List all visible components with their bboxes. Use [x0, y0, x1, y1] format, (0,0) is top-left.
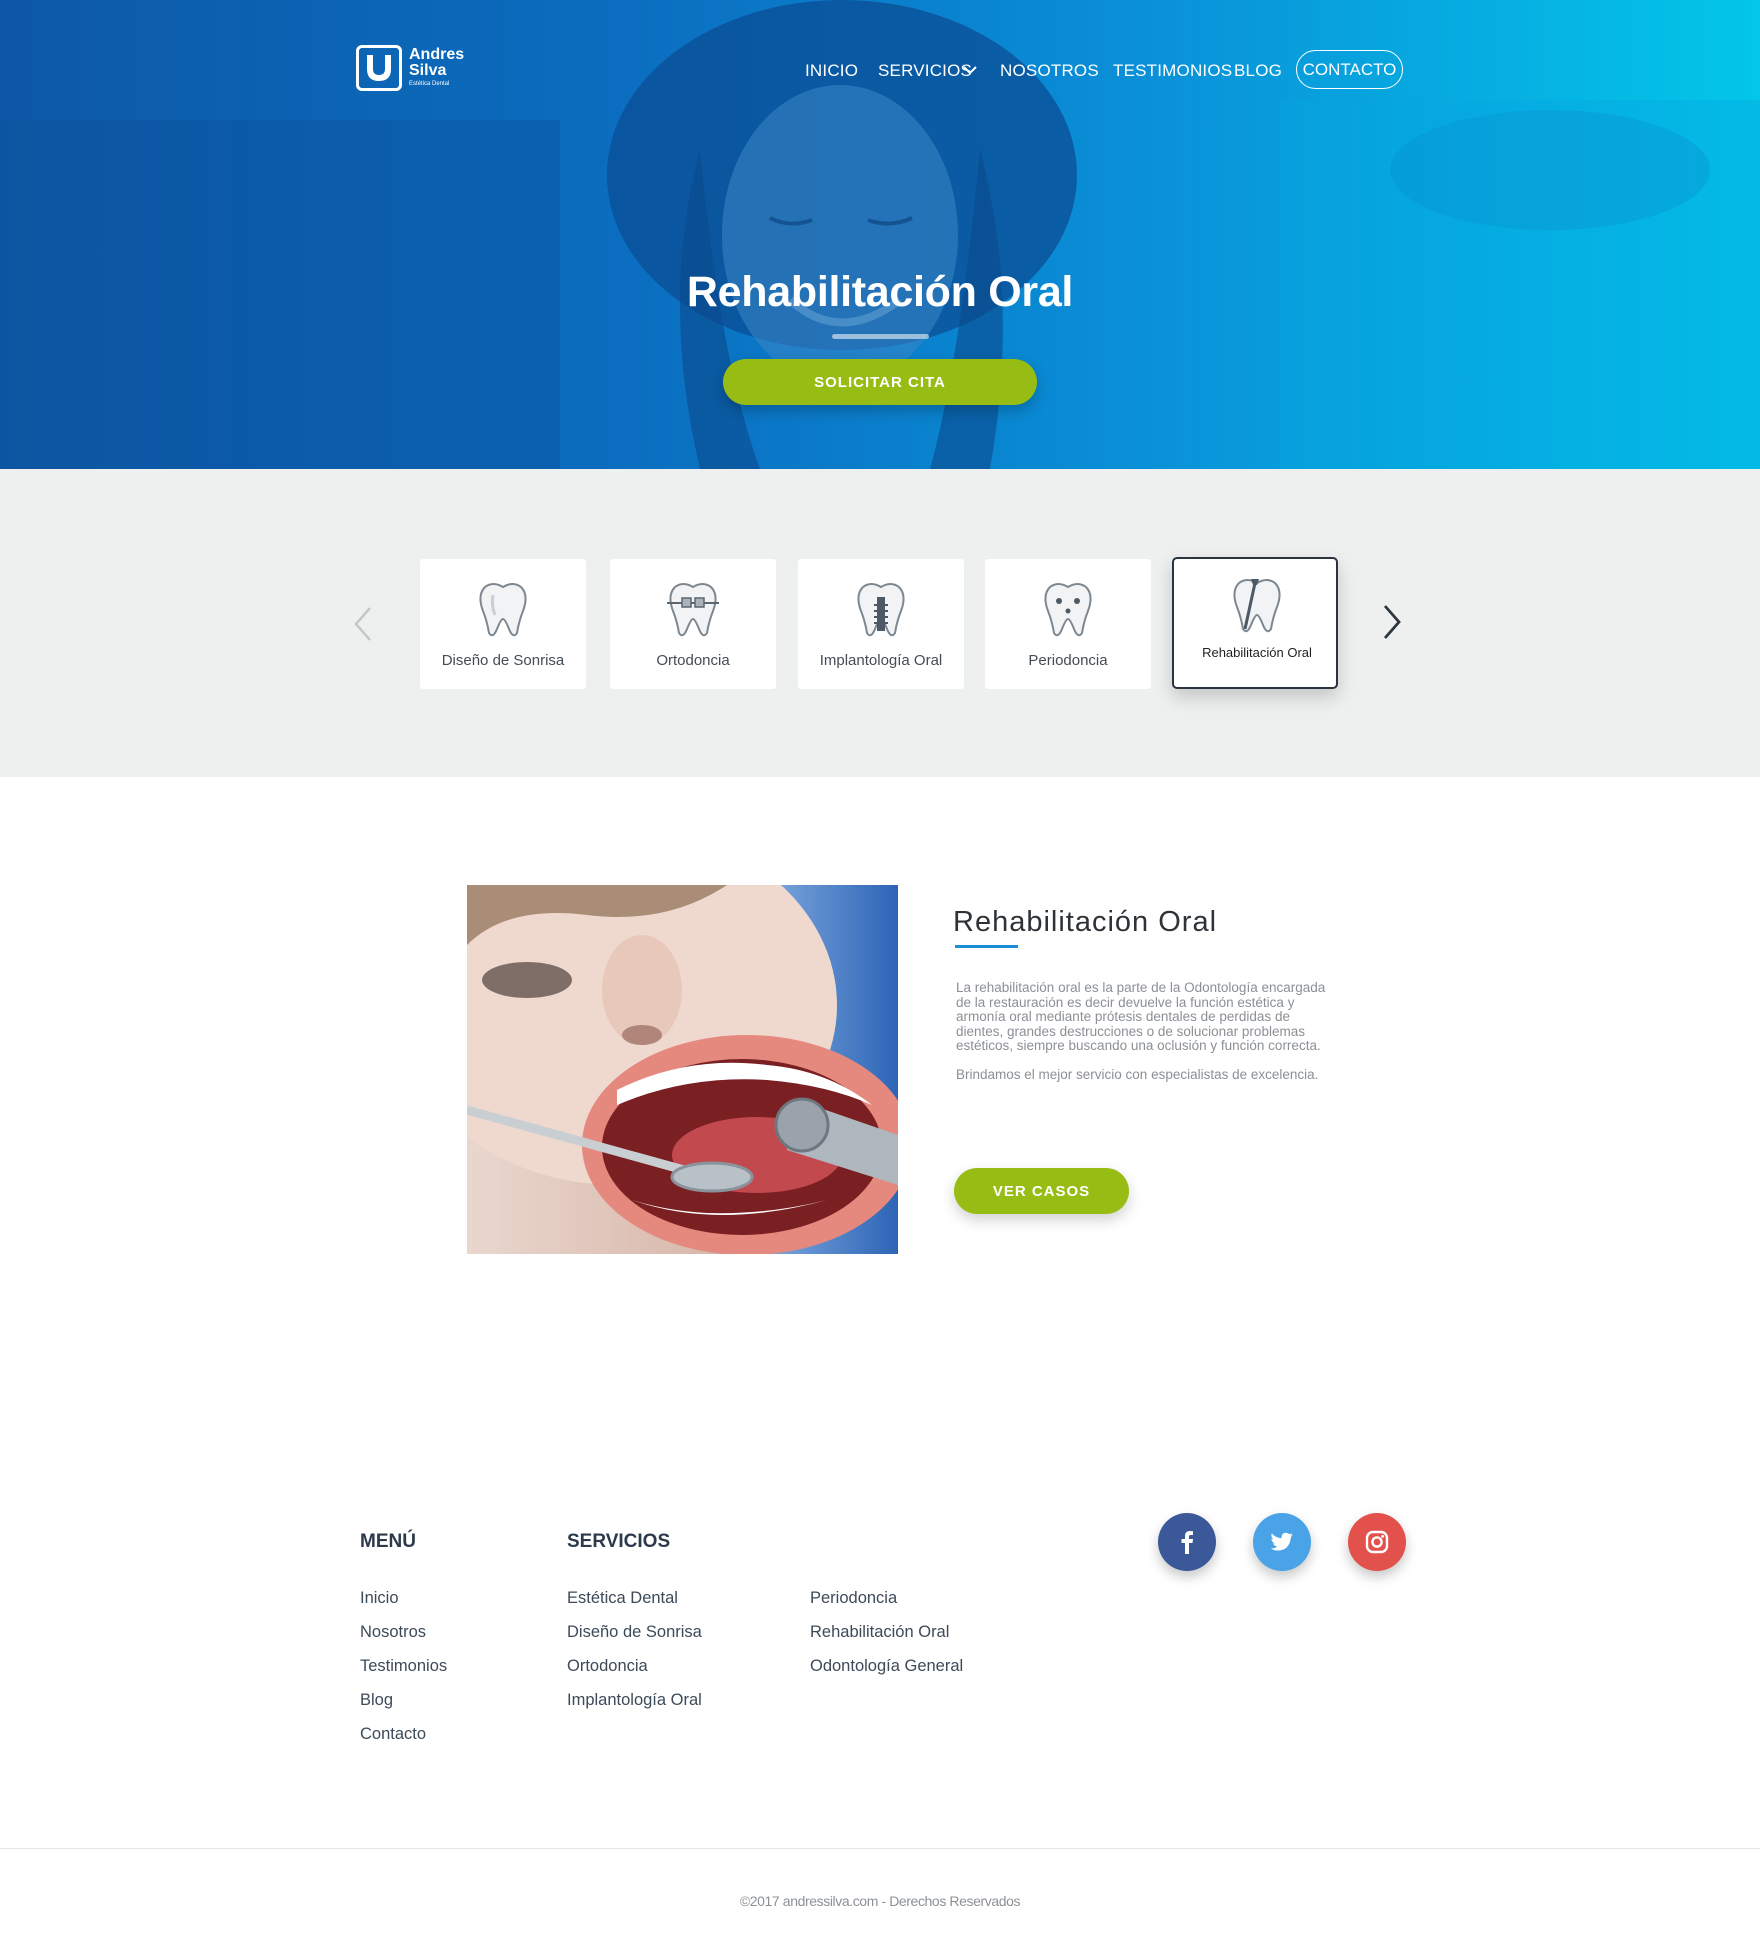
hero-banner: Andres Silva Estética Dental INICIO SERV… — [0, 0, 1760, 469]
service-card-label: Ortodoncia — [656, 652, 730, 669]
services-carousel: Diseño de Sonrisa Ortodoncia Implantolog… — [0, 469, 1760, 777]
ver-casos-button[interactable]: VER CASOS — [954, 1168, 1129, 1214]
facebook-icon — [1181, 1531, 1193, 1554]
footer-link-testimonios[interactable]: Testimonios — [360, 1657, 447, 1676]
service-card-label: Rehabilitación Oral — [1202, 645, 1312, 660]
service-card-label: Periodoncia — [1028, 652, 1108, 669]
footer-link-diseno-sonrisa[interactable]: Diseño de Sonrisa — [567, 1623, 702, 1642]
service-card-periodoncia[interactable]: Periodoncia — [985, 559, 1151, 689]
tooth-implant-icon — [857, 583, 905, 637]
nav-contact-button[interactable]: CONTACTO — [1296, 50, 1403, 89]
nav-nosotros[interactable]: NOSOTROS — [1000, 61, 1099, 81]
instagram-button[interactable] — [1348, 1513, 1406, 1571]
tooth-braces-icon — [667, 583, 719, 637]
hero-title: Rehabilitación Oral — [686, 268, 1074, 316]
nav-servicios[interactable]: SERVICIOS — [878, 61, 972, 81]
tooth-restoration-icon — [1233, 579, 1281, 633]
footer-link-ortodoncia[interactable]: Ortodoncia — [567, 1657, 648, 1676]
detail-title: Rehabilitación Oral — [953, 906, 1218, 938]
service-card-implantologia[interactable]: Implantología Oral — [798, 559, 964, 689]
detail-paragraph-2: Brindamos el mejor servicio con especial… — [956, 1066, 1319, 1082]
footer-link-estetica-dental[interactable]: Estética Dental — [567, 1589, 678, 1608]
nav-testimonios[interactable]: TESTIMONIOS — [1113, 61, 1232, 81]
footer-link-nosotros[interactable]: Nosotros — [360, 1623, 426, 1642]
service-card-label: Implantología Oral — [819, 652, 943, 669]
service-card-diseno-sonrisa[interactable]: Diseño de Sonrisa — [420, 559, 586, 689]
footer-services-heading: SERVICIOS — [567, 1531, 671, 1552]
twitter-button[interactable] — [1253, 1513, 1311, 1571]
service-card-rehabilitacion[interactable]: Rehabilitación Oral — [1172, 557, 1338, 689]
hero-divider — [832, 334, 929, 339]
footer-menu-heading: MENÚ — [360, 1531, 416, 1552]
footer-link-implantologia[interactable]: Implantología Oral — [567, 1691, 702, 1710]
footer-link-rehabilitacion[interactable]: Rehabilitación Oral — [810, 1623, 949, 1642]
dental-procedure-photo — [467, 885, 898, 1254]
twitter-icon — [1270, 1532, 1293, 1551]
main-nav: INICIO SERVICIOS NOSOTROS TESTIMONIOS BL… — [0, 50, 1760, 90]
chevron-right-icon[interactable] — [1381, 603, 1403, 641]
solicitar-cita-button[interactable]: SOLICITAR CITA — [723, 359, 1037, 405]
footer-link-contacto[interactable]: Contacto — [360, 1725, 426, 1744]
chevron-left-icon[interactable] — [352, 605, 374, 643]
footer-link-blog[interactable]: Blog — [360, 1691, 393, 1710]
detail-description: La rehabilitación oral es la parte de la… — [956, 980, 1330, 1083]
instagram-icon — [1365, 1530, 1389, 1554]
nav-blog[interactable]: BLOG — [1234, 61, 1282, 81]
footer-link-inicio[interactable]: Inicio — [360, 1589, 399, 1608]
footer-link-periodoncia[interactable]: Periodoncia — [810, 1589, 897, 1608]
copyright-text: ©2017 andressilva.com - Derechos Reserva… — [739, 1893, 1021, 1909]
footer-divider — [0, 1848, 1760, 1849]
service-card-label: Diseño de Sonrisa — [441, 652, 565, 669]
nav-inicio[interactable]: INICIO — [805, 61, 858, 81]
tooth-gum-icon — [1044, 583, 1092, 637]
facebook-button[interactable] — [1158, 1513, 1216, 1571]
footer-link-odontologia-general[interactable]: Odontología General — [810, 1657, 963, 1676]
service-card-ortodoncia[interactable]: Ortodoncia — [610, 559, 776, 689]
chevron-down-icon[interactable] — [963, 65, 977, 75]
tooth-icon — [479, 583, 527, 637]
detail-paragraph-1: La rehabilitación oral es la parte de la… — [956, 980, 1326, 1054]
detail-title-underline — [955, 945, 1018, 948]
